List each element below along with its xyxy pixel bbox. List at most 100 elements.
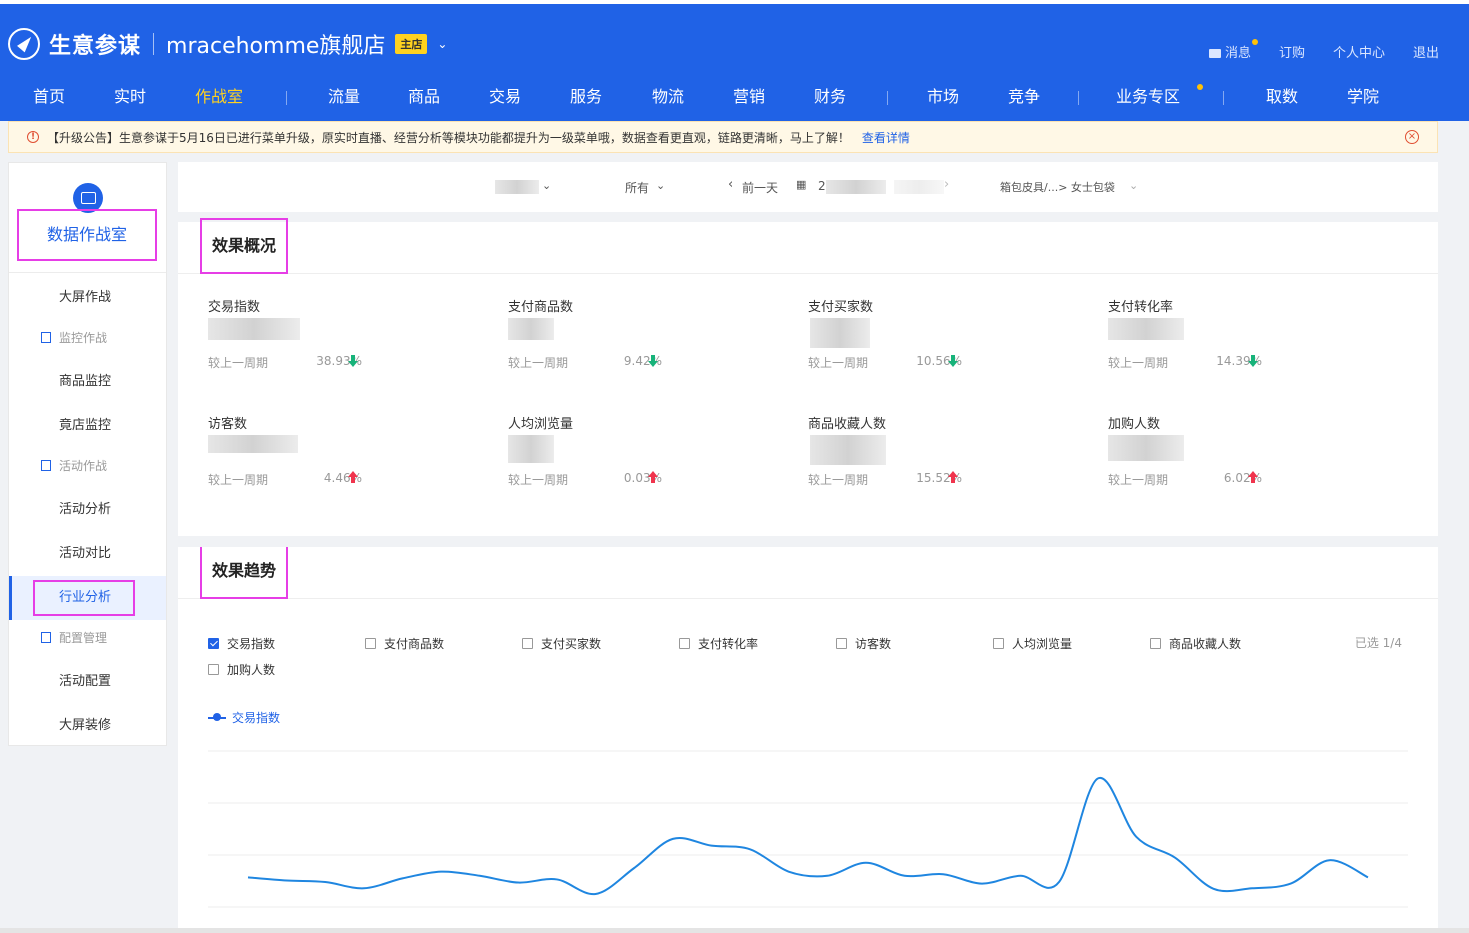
- nav-marketing[interactable]: 营销: [709, 74, 789, 125]
- shop-name[interactable]: mracehomme旗舰店: [166, 28, 385, 60]
- metric-card[interactable]: 商品收藏人数 较上一周期 15.52%: [808, 413, 1068, 503]
- sidebar-item-activity-config[interactable]: 活动配置: [9, 660, 166, 704]
- checkbox-icon[interactable]: [365, 638, 376, 649]
- terminal-select[interactable]: [495, 180, 539, 194]
- chevron-down-icon[interactable]: ⌄: [542, 179, 551, 192]
- legend-marker-icon: [208, 712, 226, 721]
- category-select[interactable]: 箱包皮具/...> 女士包袋: [1000, 179, 1115, 195]
- metric-compare: 较上一周期 0.03%: [508, 471, 668, 488]
- metric-checkbox[interactable]: 支付转化率: [679, 635, 758, 652]
- arrow-down-icon: [648, 354, 658, 367]
- nav-academy[interactable]: 学院: [1324, 74, 1402, 125]
- nav-traffic[interactable]: 流量: [305, 74, 383, 125]
- arrow-up-icon: [648, 471, 658, 484]
- compare-label: 较上一周期: [508, 473, 569, 487]
- next-day-button[interactable]: [894, 180, 944, 194]
- nav-finance[interactable]: 财务: [789, 74, 871, 125]
- checkbox-label: 访客数: [855, 637, 892, 651]
- prev-day-button[interactable]: 前一天: [742, 179, 778, 196]
- metric-checkbox[interactable]: 人均浏览量: [993, 635, 1072, 652]
- calendar-icon[interactable]: ▦: [796, 178, 806, 191]
- nav-business-zone[interactable]: 业务专区: [1089, 74, 1207, 125]
- nav-logistics[interactable]: 物流: [627, 74, 709, 125]
- checkbox-icon[interactable]: [522, 638, 533, 649]
- metric-value-redacted: [508, 435, 554, 463]
- sidebar-item-screen-decoration[interactable]: 大屏装修: [9, 704, 166, 748]
- nav-fetch-data[interactable]: 取数: [1240, 74, 1324, 125]
- series-line[interactable]: [247, 777, 1369, 896]
- nav-divider: [286, 91, 287, 105]
- nav-realtime[interactable]: 实时: [98, 74, 162, 125]
- brand-name[interactable]: 生意参谋: [49, 28, 141, 60]
- sidebar-group-config: 配置管理: [9, 618, 166, 658]
- chevron-down-icon: ⌄: [1129, 179, 1139, 192]
- checkbox-icon[interactable]: [208, 664, 219, 675]
- metric-compare: 较上一周期 6.02%: [1108, 471, 1268, 488]
- sidebar-item-goods-monitor[interactable]: 商品监控: [9, 360, 166, 404]
- metric-card[interactable]: 人均浏览量 较上一周期 0.03%: [508, 413, 768, 503]
- sidebar-title[interactable]: 数据作战室: [17, 209, 157, 261]
- arrow-down-icon: [348, 354, 358, 367]
- sidebar-item-activity-analysis[interactable]: 活动分析: [9, 488, 166, 532]
- sidebar-item-activity-compare[interactable]: 活动对比: [9, 532, 166, 576]
- subscribe-link[interactable]: 订购: [1279, 42, 1305, 61]
- sidebar-item-shop-monitor[interactable]: 竟店监控: [9, 404, 166, 448]
- trend-card: 效果趋势 交易指数 支付商品数 支付买家数 支付转化率 访客数 人均浏览量 商品收藏人数 加购…: [178, 547, 1438, 928]
- metric-compare: 较上一周期 14.39%: [1108, 354, 1268, 371]
- chevron-right-icon[interactable]: ›: [944, 177, 949, 192]
- building-icon: [41, 632, 51, 643]
- arrow-down-icon: [948, 354, 958, 367]
- nav-war-room[interactable]: 作战室: [170, 74, 268, 125]
- chart-legend[interactable]: 交易指数: [208, 709, 280, 726]
- chevron-down-icon[interactable]: ⌄: [437, 37, 447, 51]
- nav-market[interactable]: 市场: [904, 74, 982, 125]
- personal-center-link[interactable]: 个人中心: [1333, 42, 1385, 61]
- date-prefix[interactable]: 2: [818, 179, 826, 193]
- metric-checkbox[interactable]: 加购人数: [208, 661, 275, 678]
- checkbox-icon[interactable]: [993, 638, 1004, 649]
- nav-divider: [1223, 91, 1224, 105]
- nav-home[interactable]: 首页: [0, 74, 98, 125]
- logout-link[interactable]: 退出: [1413, 42, 1439, 61]
- metric-card[interactable]: 交易指数 较上一周期 38.93%: [208, 296, 468, 386]
- checkbox-label: 支付转化率: [698, 637, 759, 651]
- metric-card[interactable]: 访客数 较上一周期 4.46%: [208, 413, 468, 503]
- sidebar-item-big-screen[interactable]: 大屏作战: [9, 276, 166, 320]
- nav-competition[interactable]: 竞争: [982, 74, 1066, 125]
- checkbox-icon[interactable]: [1150, 638, 1161, 649]
- metric-card[interactable]: 支付商品数 较上一周期 9.42%: [508, 296, 768, 386]
- terminal-all-select[interactable]: 所有: [625, 179, 649, 196]
- metric-checkbox[interactable]: 交易指数: [208, 635, 275, 652]
- sidebar-group-label: 活动作战: [59, 459, 108, 473]
- metric-card[interactable]: 支付转化率较上一周期 14.39%: [1108, 296, 1368, 386]
- building-icon: [41, 460, 51, 471]
- nav-service[interactable]: 服务: [545, 74, 627, 125]
- metric-label: 支付转化率: [1108, 300, 1174, 315]
- notice-details-link[interactable]: 查看详情: [862, 129, 910, 146]
- metric-checkbox[interactable]: 支付商品数: [365, 635, 444, 652]
- notice-text: 【升级公告】生意参谋于5月16日已进行菜单升级，原实时直播、经营分析等模块功能都…: [47, 130, 850, 145]
- sidebar-item-industry-analysis[interactable]: 行业分析: [9, 576, 166, 620]
- checkbox-icon[interactable]: [679, 638, 690, 649]
- metric-checkbox[interactable]: 访客数: [836, 635, 891, 652]
- close-icon[interactable]: ×: [1405, 130, 1419, 144]
- metric-card[interactable]: 支付买家数 较上一周期 10.56%: [808, 296, 1068, 386]
- metric-label: 商品收藏人数: [808, 417, 887, 432]
- checkbox-icon[interactable]: [208, 638, 219, 649]
- checkbox-icon[interactable]: [836, 638, 847, 649]
- arrow-up-icon: [1248, 471, 1258, 484]
- compare-label: 较上一周期: [808, 356, 869, 370]
- nav-business-zone-label: 业务专区: [1115, 87, 1180, 106]
- messages-link[interactable]: 消息: [1208, 39, 1258, 61]
- trend-chart: [208, 750, 1408, 908]
- chevron-left-icon[interactable]: ‹: [728, 177, 733, 192]
- nav-trade[interactable]: 交易: [465, 74, 545, 125]
- metric-compare: 较上一周期 10.56%: [808, 354, 968, 371]
- metric-card[interactable]: 加购人数 较上一周期 6.02%: [1108, 413, 1368, 503]
- date-value[interactable]: [826, 180, 886, 194]
- metric-checkbox[interactable]: 商品收藏人数: [1150, 635, 1241, 652]
- metric-checkbox[interactable]: 支付买家数: [522, 635, 601, 652]
- filter-bar: ⌄ 所有 ⌄ ‹ 前一天 ▦ 2 › 箱包皮具/...> 女士包袋 ⌄: [178, 162, 1438, 212]
- nav-goods[interactable]: 商品: [383, 74, 465, 125]
- metric-label: 支付商品数: [508, 300, 574, 315]
